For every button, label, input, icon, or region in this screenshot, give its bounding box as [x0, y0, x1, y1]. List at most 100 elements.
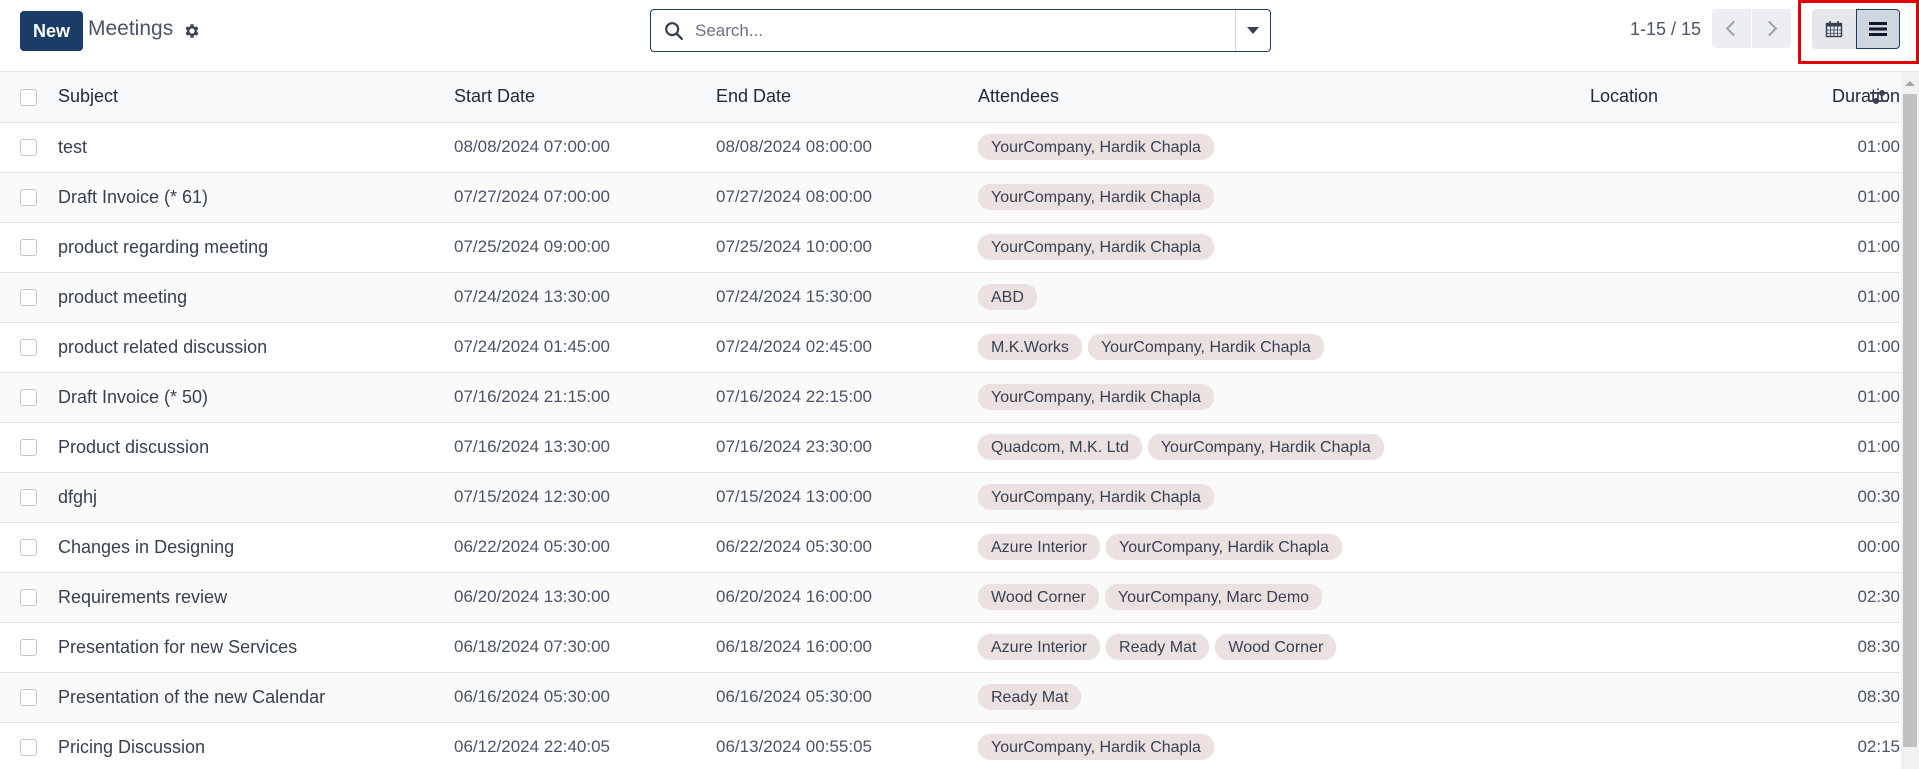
- location-cell[interactable]: [1590, 522, 1780, 572]
- end-date-cell[interactable]: 06/20/2024 16:00:00: [716, 572, 978, 622]
- table-row[interactable]: Product discussion 07/16/2024 13:30:00 07/…: [0, 422, 1900, 472]
- vertical-scrollbar[interactable]: [1901, 72, 1919, 769]
- start-date-cell[interactable]: 07/15/2024 12:30:00: [454, 472, 716, 522]
- table-row[interactable]: Pricing Discussion 06/12/2024 22:40:05 06/…: [0, 722, 1900, 769]
- table-row[interactable]: Requirements review 06/20/2024 13:30:00 06…: [0, 572, 1900, 622]
- subject-cell[interactable]: dfghj: [58, 472, 454, 522]
- end-date-cell[interactable]: 07/25/2024 10:00:00: [716, 222, 978, 272]
- column-header-subject[interactable]: Subject: [58, 72, 454, 122]
- start-date-cell[interactable]: 06/20/2024 13:30:00: [454, 572, 716, 622]
- attendees-cell[interactable]: Azure Interior Ready Mat Wood Corner: [978, 622, 1590, 672]
- subject-cell[interactable]: product regarding meeting: [58, 222, 454, 272]
- start-date-cell[interactable]: 06/12/2024 22:40:05: [454, 722, 716, 769]
- attendees-cell[interactable]: YourCompany, Hardik Chapla: [978, 222, 1590, 272]
- location-cell[interactable]: [1590, 572, 1780, 622]
- end-date-cell[interactable]: 06/22/2024 05:30:00: [716, 522, 978, 572]
- start-date-cell[interactable]: 06/22/2024 05:30:00: [454, 522, 716, 572]
- subject-cell[interactable]: Pricing Discussion: [58, 722, 454, 769]
- row-checkbox[interactable]: [20, 639, 37, 657]
- duration-cell[interactable]: 00:00: [1780, 522, 1900, 572]
- attendees-cell[interactable]: YourCompany, Hardik Chapla: [978, 722, 1590, 769]
- table-row[interactable]: Changes in Designing 06/22/2024 05:30:00 0…: [0, 522, 1900, 572]
- start-date-cell[interactable]: 06/16/2024 05:30:00: [454, 672, 716, 722]
- attendees-cell[interactable]: YourCompany, Hardik Chapla: [978, 122, 1590, 172]
- end-date-cell[interactable]: 06/18/2024 16:00:00: [716, 622, 978, 672]
- end-date-cell[interactable]: 08/08/2024 08:00:00: [716, 122, 978, 172]
- attendees-cell[interactable]: Wood Corner YourCompany, Marc Demo: [978, 572, 1590, 622]
- end-date-cell[interactable]: 07/16/2024 23:30:00: [716, 422, 978, 472]
- subject-cell[interactable]: Presentation of the new Calendar: [58, 672, 454, 722]
- scroll-up-arrow-icon[interactable]: [1905, 81, 1915, 86]
- row-checkbox[interactable]: [20, 139, 37, 157]
- duration-cell[interactable]: 08:30: [1780, 622, 1900, 672]
- duration-cell[interactable]: 01:00: [1780, 172, 1900, 222]
- attendees-cell[interactable]: YourCompany, Hardik Chapla: [978, 172, 1590, 222]
- duration-cell[interactable]: 02:30: [1780, 572, 1900, 622]
- start-date-cell[interactable]: 07/16/2024 21:15:00: [454, 372, 716, 422]
- attendees-cell[interactable]: YourCompany, Hardik Chapla: [978, 472, 1590, 522]
- row-checkbox[interactable]: [20, 389, 37, 407]
- end-date-cell[interactable]: 06/16/2024 05:30:00: [716, 672, 978, 722]
- attendees-cell[interactable]: ABD: [978, 272, 1590, 322]
- row-checkbox[interactable]: [20, 439, 37, 457]
- pager-value[interactable]: 1-15 / 15: [1630, 19, 1701, 40]
- location-cell[interactable]: [1590, 222, 1780, 272]
- select-all-checkbox[interactable]: [20, 89, 37, 106]
- subject-cell[interactable]: test: [58, 122, 454, 172]
- table-row[interactable]: Draft Invoice (* 61) 07/27/2024 07:00:00 0…: [0, 172, 1900, 222]
- attendees-cell[interactable]: Quadcom, M.K. Ltd YourCompany, Hardik Cha…: [978, 422, 1590, 472]
- row-checkbox[interactable]: [20, 589, 37, 607]
- pager-next-button[interactable]: [1752, 9, 1791, 48]
- location-cell[interactable]: [1590, 672, 1780, 722]
- column-header-end-date[interactable]: End Date: [716, 72, 978, 122]
- end-date-cell[interactable]: 07/24/2024 02:45:00: [716, 322, 978, 372]
- location-cell[interactable]: [1590, 172, 1780, 222]
- subject-cell[interactable]: Requirements review: [58, 572, 454, 622]
- attendees-cell[interactable]: Azure Interior YourCompany, Hardik Chapla: [978, 522, 1590, 572]
- table-row[interactable]: Presentation of the new Calendar 06/16/20…: [0, 672, 1900, 722]
- search-options-toggle[interactable]: [1235, 10, 1270, 51]
- start-date-cell[interactable]: 08/08/2024 07:00:00: [454, 122, 716, 172]
- start-date-cell[interactable]: 07/25/2024 09:00:00: [454, 222, 716, 272]
- subject-cell[interactable]: product related discussion: [58, 322, 454, 372]
- location-cell[interactable]: [1590, 322, 1780, 372]
- table-row[interactable]: Draft Invoice (* 50) 07/16/2024 21:15:00 0…: [0, 372, 1900, 422]
- duration-cell[interactable]: 08:30: [1780, 672, 1900, 722]
- start-date-cell[interactable]: 07/16/2024 13:30:00: [454, 422, 716, 472]
- location-cell[interactable]: [1590, 472, 1780, 522]
- start-date-cell[interactable]: 06/18/2024 07:30:00: [454, 622, 716, 672]
- row-checkbox[interactable]: [20, 539, 37, 557]
- table-row[interactable]: product regarding meeting 07/25/2024 09:0…: [0, 222, 1900, 272]
- optional-columns-toggle-icon[interactable]: [1868, 87, 1890, 107]
- column-header-location[interactable]: Location: [1590, 72, 1780, 122]
- duration-cell[interactable]: 01:00: [1780, 122, 1900, 172]
- gear-icon[interactable]: [183, 22, 201, 40]
- search-input[interactable]: [695, 15, 1195, 46]
- table-row[interactable]: test 08/08/2024 07:00:00 08/08/2024 08:00:…: [0, 122, 1900, 172]
- subject-cell[interactable]: product meeting: [58, 272, 454, 322]
- location-cell[interactable]: [1590, 622, 1780, 672]
- row-checkbox[interactable]: [20, 189, 37, 207]
- table-row[interactable]: Presentation for new Services 06/18/2024 …: [0, 622, 1900, 672]
- row-checkbox[interactable]: [20, 689, 37, 707]
- scrollbar-thumb[interactable]: [1903, 94, 1917, 747]
- row-checkbox[interactable]: [20, 739, 37, 757]
- subject-cell[interactable]: Draft Invoice (* 61): [58, 172, 454, 222]
- location-cell[interactable]: [1590, 722, 1780, 769]
- duration-cell[interactable]: 01:00: [1780, 322, 1900, 372]
- row-checkbox[interactable]: [20, 339, 37, 357]
- table-row[interactable]: dfghj 07/15/2024 12:30:00 07/15/2024 13:00…: [0, 472, 1900, 522]
- column-header-attendees[interactable]: Attendees: [978, 72, 1590, 122]
- duration-cell[interactable]: 01:00: [1780, 222, 1900, 272]
- duration-cell[interactable]: 02:15: [1780, 722, 1900, 769]
- attendees-cell[interactable]: Ready Mat: [978, 672, 1590, 722]
- location-cell[interactable]: [1590, 422, 1780, 472]
- start-date-cell[interactable]: 07/27/2024 07:00:00: [454, 172, 716, 222]
- subject-cell[interactable]: Presentation for new Services: [58, 622, 454, 672]
- duration-cell[interactable]: 01:00: [1780, 422, 1900, 472]
- row-checkbox[interactable]: [20, 289, 37, 307]
- end-date-cell[interactable]: 07/15/2024 13:00:00: [716, 472, 978, 522]
- table-row[interactable]: product meeting 07/24/2024 13:30:00 07/24/…: [0, 272, 1900, 322]
- attendees-cell[interactable]: YourCompany, Hardik Chapla: [978, 372, 1590, 422]
- start-date-cell[interactable]: 07/24/2024 13:30:00: [454, 272, 716, 322]
